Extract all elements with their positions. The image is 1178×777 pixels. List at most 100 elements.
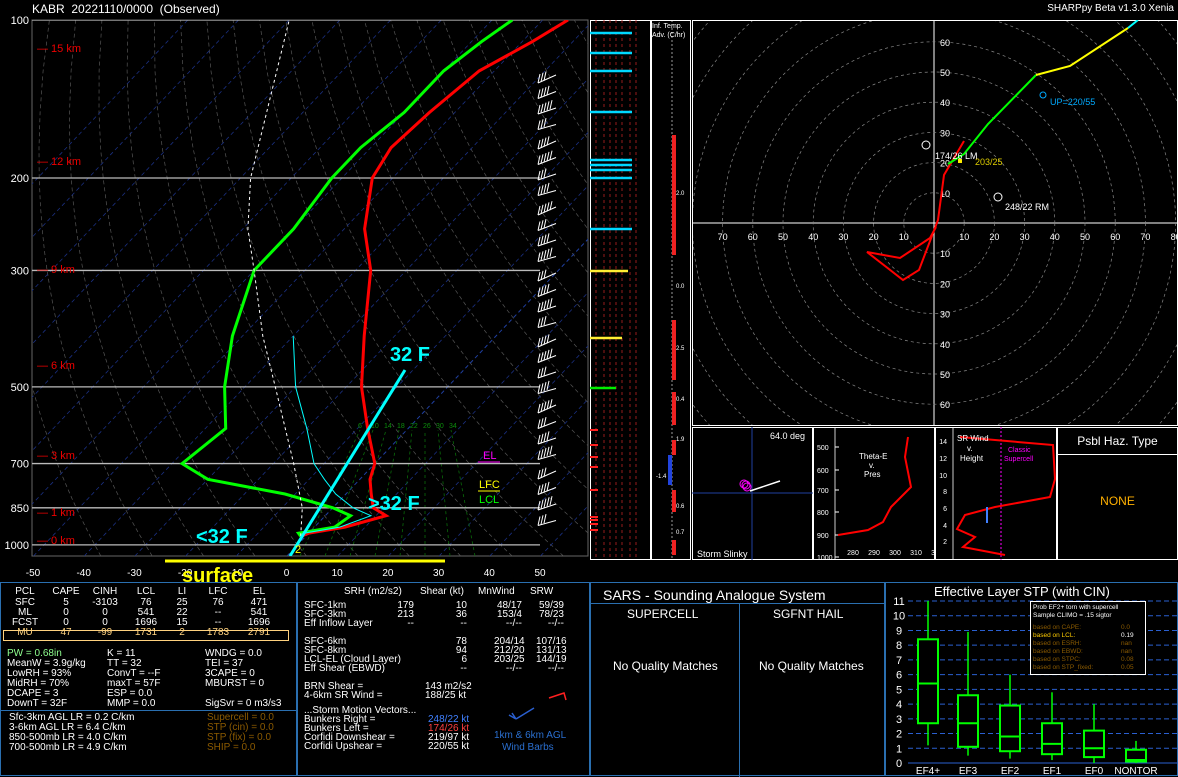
thermo-header: LI [177, 586, 187, 597]
stp-category-label: EF3 [959, 766, 978, 777]
hodo-ring-label: 30 [940, 128, 950, 138]
stp-y-label: 8 [896, 640, 902, 652]
height-label: — 12 km [37, 156, 81, 168]
thermo-header: LCL [136, 586, 156, 597]
thermo-index: MBURST = 0 [205, 678, 264, 689]
sars-panel: SARS - Sounding Analogue System SUPERCEL… [590, 582, 886, 777]
theta-e-pressure-label: 900 [817, 533, 829, 540]
kinematic-cell: -- [407, 618, 414, 629]
mixing-ratio-label: 34 [449, 423, 457, 430]
stp-legend-value: 0.19 [1121, 632, 1134, 639]
hodo-x-tick: 20 [869, 232, 879, 242]
ita-left-frame [590, 20, 651, 560]
ita-value-label: 2.5 [676, 346, 685, 352]
theta-e-pressure-label: 700 [817, 488, 829, 495]
height-label: — 0 km [37, 535, 75, 547]
srw-height-label: 14 [939, 439, 947, 446]
kinematic-header: SRH (m2/s2) [344, 586, 402, 597]
srw-height-label: 8 [943, 489, 947, 496]
theta-e-panel: 5006007008009001000280290300310320 Theta… [813, 427, 935, 560]
below-32f-label: <32 F [196, 526, 248, 548]
stp-prob-legend: Prob EF2+ torn with supercell Sample CLI… [1030, 601, 1146, 675]
stp-category-label: EF4+ [916, 766, 940, 777]
stp-y-label: 11 [893, 596, 904, 608]
sars-title: SARS - Sounding Analogue System [603, 587, 826, 603]
height-label: — 1 km [37, 507, 75, 519]
stp-legend-value: 0.05 [1121, 664, 1134, 671]
stp-box [957, 694, 979, 748]
theta-e-temp-label: 310 [910, 550, 922, 557]
ita-value-label: 0.0 [676, 284, 685, 290]
srw-height-label: 6 [943, 506, 947, 513]
theta-e-title-2: v. [869, 461, 875, 470]
pressure-label: 700 [11, 459, 29, 471]
composite-index: SHIP = 0.0 [207, 742, 256, 753]
ita-value-label: -1.4 [656, 474, 667, 480]
thermo-index: MMP = 0.0 [107, 698, 156, 709]
wind-barb-inset [508, 692, 567, 720]
kinematic-panel: SRH (m2/s2) Shear (kt) MnWind SRW SFC-1km 179… [297, 582, 590, 776]
hodo-x-tick: 10 [959, 232, 969, 242]
theta-e-pressure-label: 600 [817, 468, 829, 475]
srw-height-label: 12 [939, 456, 947, 463]
temp-tick-label: 40 [484, 568, 496, 579]
temp-tick-label: 0 [284, 568, 290, 579]
kinematic-cell: -- [460, 618, 467, 629]
thermo-header: CINH [92, 586, 118, 597]
surface-value-label: 2 [295, 544, 301, 556]
stp-box [1083, 729, 1105, 759]
height-label: — 9 km [37, 264, 75, 276]
stp-y-label: 1 [896, 743, 902, 755]
stp-y-label: 5 [896, 684, 902, 696]
lfc-label: LFC [479, 479, 500, 491]
ita-value-label: 2.0 [676, 191, 685, 197]
lcl-label: LCL [479, 494, 499, 506]
stp-legend-value: nan [1121, 640, 1132, 647]
ita-title-2: Adv. (C/hr) [652, 32, 685, 39]
pressure-label: 500 [11, 382, 29, 394]
el-label: EL [483, 450, 496, 462]
skewt-panel[interactable]: 6 10 14 18 22 26 30 34 — 15 km — 12 km — 9 km — 6 … [0, 0, 590, 590]
slinky-angle: 64.0 deg [770, 431, 805, 441]
isotherm-32f-label: 32 F [390, 344, 430, 366]
stp-category-label: EF1 [1043, 766, 1062, 777]
temp-tick-label: 30 [433, 568, 445, 579]
pressure-label: 1000 [5, 540, 29, 552]
kinematic-header: Shear (kt) [420, 586, 464, 597]
hodo-lm-label: 174/26 LM [935, 151, 978, 161]
stp-box [1041, 722, 1063, 756]
stp-legend-label: based on CAPE: [1033, 624, 1082, 631]
lapse-rate: 700-500mb LR = 4.9 C/km [9, 742, 127, 753]
stp-y-label: 7 [896, 655, 902, 667]
hodo-ring-label: 50 [940, 370, 950, 380]
above-32f-label: >32 F [368, 493, 420, 515]
hazard-panel: Psbl Haz. Type NONE [1057, 427, 1178, 560]
temp-tick-label: -50 [26, 568, 41, 579]
hodo-x-tick: 40 [1050, 232, 1060, 242]
stp-box [999, 704, 1021, 753]
srw-classic-1: Classic [1008, 447, 1031, 454]
ita-title-1: Inf. Temp. [652, 23, 683, 30]
kinematic-cell: --/-- [547, 663, 564, 674]
hodo-ring-label: 60 [940, 400, 950, 410]
slinky-title: Storm Slinky [697, 549, 748, 559]
ita-value-label: 0.7 [676, 530, 685, 536]
kinematic-header: MnWind [478, 586, 515, 597]
theta-e-temp-label: 280 [847, 550, 859, 557]
srw-classic-2: Supercell [1004, 456, 1034, 463]
hodo-dn-label: 203/25 [975, 157, 1003, 167]
barb-label-2: Wind Barbs [502, 742, 554, 753]
stp-legend-label: based on STPC: [1033, 656, 1081, 663]
stp-legend-value: nan [1121, 648, 1132, 655]
mixing-ratio-label: 22 [410, 423, 418, 430]
temp-tick-label: -30 [127, 568, 142, 579]
stp-legend-label: based on ESRH: [1033, 640, 1082, 647]
hodo-ring-label: 30 [940, 310, 950, 320]
hodo-x-tick: 50 [1080, 232, 1090, 242]
kinematic-cell: Eff Inflow Layer [304, 618, 373, 629]
hodograph-panel[interactable]: 60605050404030302020101070 60 50 40 30 20 10 10… [692, 20, 1178, 426]
sars-hail-title: SGFNT HAIL [773, 607, 844, 621]
barb-label-1: 1km & 6km AGL [494, 730, 567, 741]
mixing-ratio-label: 6 [358, 423, 362, 430]
hodo-up-label: UP=220/55 [1050, 97, 1095, 107]
